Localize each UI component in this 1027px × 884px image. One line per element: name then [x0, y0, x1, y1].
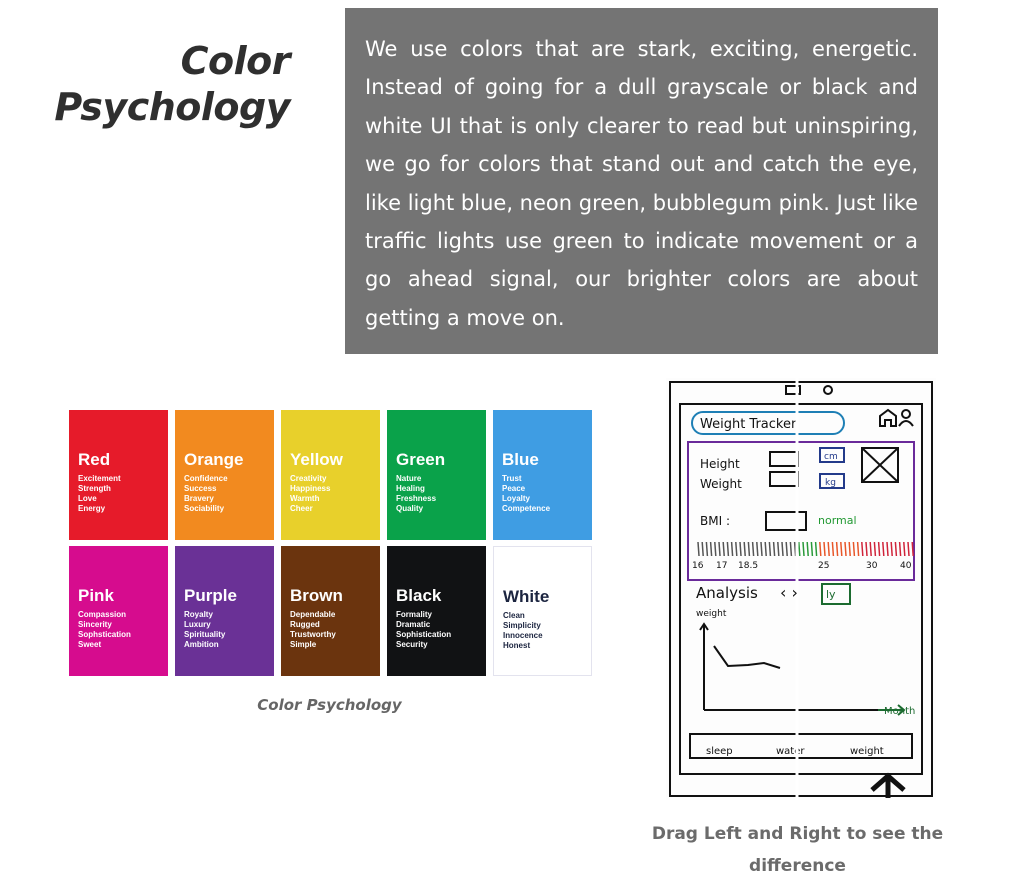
svg-text:kg: kg [825, 478, 836, 488]
svg-text:18.5: 18.5 [738, 561, 758, 571]
svg-text:water: water [776, 746, 805, 757]
swatch-name: Green [396, 450, 446, 469]
svg-text:weight: weight [850, 746, 884, 757]
swatch-name: Red [78, 450, 111, 469]
swatch-traits: Compassion Sincerity Sophstication Sweet [78, 610, 131, 649]
swatch-name: Orange [184, 450, 244, 469]
svg-text:BMI :: BMI : [700, 514, 730, 528]
swatch-traits: Trust Peace Loyalty Competence [502, 474, 551, 513]
svg-text:Month: Month [884, 706, 915, 717]
svg-text:16: 16 [692, 561, 704, 571]
swatch-purple: Purple Royalty Luxury Spirituality Ambiti… [175, 546, 274, 676]
svg-text:normal: normal [818, 514, 857, 527]
swatch-name: Black [396, 586, 442, 605]
swatch-green: Green Nature Healing Freshness Quality [387, 410, 486, 540]
swatch-traits: Excitement Strength Love Energy [78, 474, 121, 513]
swatch-traits: Clean Simplicity Innocence Honest [503, 611, 543, 650]
swatch-name: Pink [78, 586, 114, 605]
swatch-traits: Royalty Luxury Spirituality Ambition [184, 610, 226, 649]
svg-text:Height: Height [700, 457, 740, 471]
drag-handle-icon[interactable]: ‹ › [780, 583, 798, 602]
swatch-red: Red Excitement Strength Love Energy [69, 410, 168, 540]
svg-text:ly: ly [826, 588, 836, 601]
description-paragraph: We use colors that are stark, exciting, … [345, 8, 938, 354]
svg-text:Analysis: Analysis [696, 584, 758, 602]
home-icon [879, 408, 897, 427]
swatch-traits: Confidence Success Bravery Sociability [184, 474, 228, 513]
swatch-orange: Orange Confidence Success Bravery Sociabi… [175, 410, 274, 540]
svg-text:Weight: Weight [700, 477, 742, 491]
swatch-traits: Creativity Happiness Warmth Cheer [290, 474, 331, 513]
svg-text:17: 17 [716, 561, 727, 571]
swatch-yellow: Yellow Creativity Happiness Warmth Cheer [281, 410, 380, 540]
svg-text:30: 30 [866, 561, 878, 571]
compare-caption: Drag Left and Right to see the differenc… [651, 824, 944, 876]
svg-text:weight: weight [696, 609, 727, 619]
user-icon [901, 409, 911, 419]
swatch-traits: Dependable Rugged Trustworthy Simple [290, 610, 336, 649]
swatch-traits: Formality Dramatic Sophistication Securi… [396, 610, 452, 649]
swatch-brown: Brown Dependable Rugged Trustworthy Simpl… [281, 546, 380, 676]
swatch-pink: Pink Compassion Sincerity Sophstication S… [69, 546, 168, 676]
section-heading: Color Psychology [54, 39, 290, 129]
before-after-comparison[interactable]: Weight Tracker Height Weight cm kg BMI :… [666, 378, 936, 800]
swatch-name: Purple [184, 586, 237, 605]
svg-text:40: 40 [900, 561, 912, 571]
color-psychology-image: Red Excitement Strength Love Energy Orange… [69, 410, 592, 676]
swatch-name: Brown [290, 586, 343, 605]
swatch-white: White Clean Simplicity Innocence Honest [493, 546, 592, 676]
swatch-name: Blue [502, 450, 539, 469]
image-caption: Color Psychology [257, 696, 402, 714]
swatch-name: White [503, 587, 550, 606]
swatch-traits: Nature Healing Freshness Quality [396, 474, 437, 513]
swatch-name: Yellow [290, 450, 343, 469]
svg-text:cm: cm [824, 452, 838, 462]
svg-text:25: 25 [818, 561, 829, 571]
arrow-up-icon [870, 772, 906, 798]
swatch-blue: Blue Trust Peace Loyalty Competence [493, 410, 592, 540]
svg-text:sleep: sleep [706, 746, 733, 757]
swatch-black: Black Formality Dramatic Sophistication S… [387, 546, 486, 676]
sketch-title: Weight Tracker [700, 417, 797, 432]
weight-line [713, 645, 781, 669]
